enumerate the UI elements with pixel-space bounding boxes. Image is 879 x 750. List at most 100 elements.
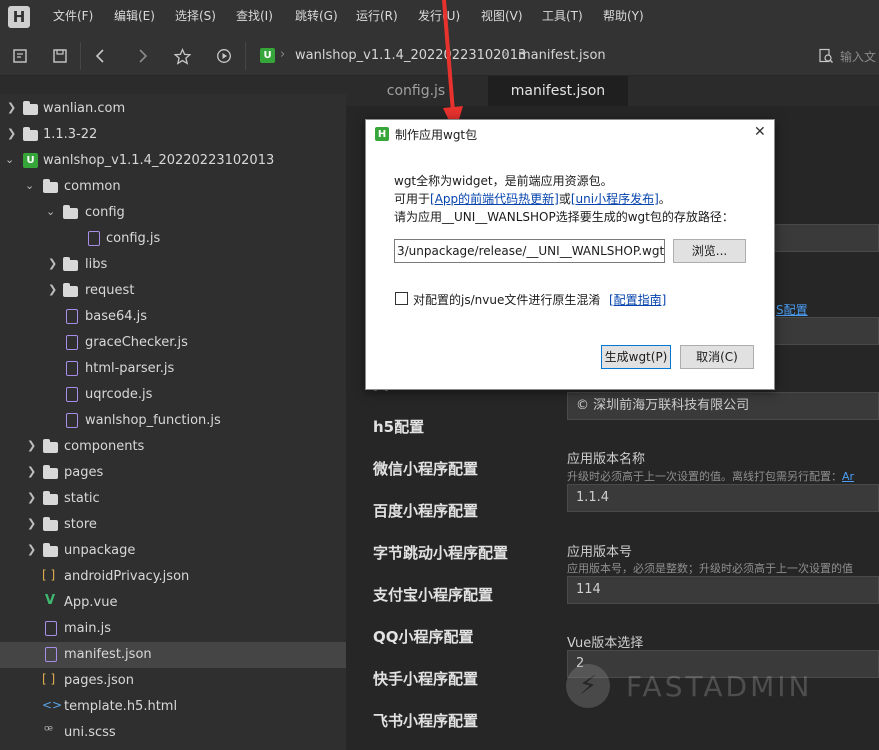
folder-open-icon [63, 205, 78, 219]
tree-item-label: pages [64, 465, 104, 480]
nav-toutiao-config[interactable]: 字节跳动小程序配置 [373, 542, 508, 563]
chevron-right-icon[interactable]: ❯ [7, 101, 19, 114]
tree-item-config-js[interactable]: config.js [0, 226, 346, 252]
form-input[interactable] [770, 317, 879, 345]
tree-item-label: components [64, 439, 145, 454]
mini-program-link[interactable]: [uni小程序发布] [571, 192, 659, 206]
tree-item-android-privacy[interactable]: [ ] androidPrivacy.json [0, 564, 346, 590]
scss-file-icon: ꟹ [44, 723, 54, 739]
tree-item-components[interactable]: ❯ components [0, 434, 346, 460]
vue-file-icon: V [45, 593, 56, 608]
menu-run[interactable]: 运行(R) [356, 0, 398, 33]
search-file-icon[interactable] [816, 46, 836, 66]
save-icon[interactable] [50, 46, 70, 66]
tree-item-pages-json[interactable]: [ ] pages.json [0, 668, 346, 694]
breadcrumb-file[interactable]: manifest.json [518, 48, 606, 63]
ios-config-link[interactable]: S配置 [776, 301, 808, 318]
chevron-right-icon[interactable]: ❯ [27, 465, 39, 478]
tree-item-pages[interactable]: ❯ pages [0, 460, 346, 486]
search-input[interactable]: 输入文 [840, 48, 876, 65]
menu-file[interactable]: 文件(F) [53, 0, 93, 33]
chevron-right-icon[interactable]: ❯ [27, 491, 39, 504]
tree-item-wanlshop-function[interactable]: wanlshop_function.js [0, 408, 346, 434]
tree-item-project[interactable]: ⌄ U wanlshop_v1.1.4_20220223102013 [0, 148, 346, 174]
menu-select[interactable]: 选择(S) [175, 0, 216, 33]
tree-item-app-vue[interactable]: V App.vue [0, 590, 346, 616]
version-code-input[interactable]: 114 [567, 576, 879, 604]
menu-view[interactable]: 视图(V) [481, 0, 523, 33]
tree-item-gracechecker[interactable]: graceChecker.js [0, 330, 346, 356]
tree-item-common[interactable]: ⌄ common [0, 174, 346, 200]
tree-item-uqrcode[interactable]: uqrcode.js [0, 382, 346, 408]
folder-icon [63, 257, 78, 271]
tree-item-label: App.vue [64, 595, 118, 610]
menu-find[interactable]: 查找(I) [236, 0, 273, 33]
make-wgt-dialog: H 制作应用wgt包 ✕ wgt全称为widget，是前端应用资源包。 可用于[… [365, 119, 775, 390]
fastadmin-watermark: ⚡ FASTADMIN [566, 664, 826, 712]
watermark-text: FASTADMIN [626, 670, 813, 703]
js-file-icon [88, 231, 100, 246]
run-icon[interactable] [214, 46, 234, 66]
chevron-right-icon[interactable]: ❯ [27, 543, 39, 556]
tree-item-unpackage[interactable]: ❯ unpackage [0, 538, 346, 564]
tree-item-libs[interactable]: ❯ libs [0, 252, 346, 278]
back-icon[interactable] [91, 46, 111, 66]
menu-help[interactable]: 帮助(Y) [603, 0, 644, 33]
tree-item-request[interactable]: ❯ request [0, 278, 346, 304]
dialog-title: 制作应用wgt包 [395, 128, 478, 142]
cancel-button[interactable]: 取消(C) [680, 345, 754, 369]
nav-h5-config[interactable]: h5配置 [373, 416, 424, 437]
version-name-input[interactable]: 1.1.4 [567, 484, 879, 512]
config-guide-link[interactable]: [配置指南] [609, 291, 666, 308]
tree-item-static[interactable]: ❯ static [0, 486, 346, 512]
tree-item-main-js[interactable]: main.js [0, 616, 346, 642]
tree-item-store[interactable]: ❯ store [0, 512, 346, 538]
js-file-icon [66, 335, 78, 350]
tree-item-config[interactable]: ⌄ config [0, 200, 346, 226]
star-icon[interactable] [172, 46, 192, 66]
menu-edit[interactable]: 编辑(E) [114, 0, 155, 33]
folder-icon [43, 543, 58, 557]
tree-item-label: libs [85, 257, 108, 272]
forward-icon[interactable] [132, 46, 152, 66]
tree-item-label: static [64, 491, 100, 506]
menu-goto[interactable]: 跳转(G) [295, 0, 338, 33]
obfuscate-checkbox[interactable] [395, 292, 408, 305]
menu-tools[interactable]: 工具(T) [542, 0, 583, 33]
nav-kuaishou-config[interactable]: 快手小程序配置 [373, 668, 478, 689]
chevron-right-icon[interactable]: ❯ [27, 439, 39, 452]
tree-item-manifest[interactable]: manifest.json [0, 642, 346, 668]
browse-button[interactable]: 浏览... [673, 239, 746, 263]
chevron-right-icon[interactable]: ❯ [7, 127, 19, 140]
tree-item-htmlparser[interactable]: html-parser.js [0, 356, 346, 382]
hot-update-link[interactable]: [App的前端代码热更新] [430, 192, 559, 206]
tab-manifest-json[interactable]: manifest.json [488, 76, 628, 106]
chevron-down-icon[interactable]: ⌄ [25, 179, 37, 192]
nav-weixin-config[interactable]: 微信小程序配置 [373, 458, 478, 479]
tree-item-template-html[interactable]: <> template.h5.html [0, 694, 346, 720]
chevron-down-icon[interactable]: ⌄ [5, 153, 17, 166]
nav-alipay-config[interactable]: 支付宝小程序配置 [373, 584, 493, 605]
chevron-right-icon[interactable]: ❯ [48, 283, 60, 296]
copyright-input[interactable]: © 深圳前海万联科技有限公司 [567, 392, 879, 420]
breadcrumb-project[interactable]: wanlshop_v1.1.4_20220223102013 [295, 48, 526, 63]
tree-item-113[interactable]: ❯ 1.1.3-22 [0, 122, 346, 148]
json-file-icon: [ ] [42, 568, 56, 582]
tree-item-uni-scss[interactable]: ꟹ uni.scss [0, 720, 346, 746]
nav-baidu-config[interactable]: 百度小程序配置 [373, 500, 478, 521]
new-file-icon[interactable] [10, 46, 30, 66]
close-icon[interactable]: ✕ [754, 124, 766, 140]
chevron-right-icon[interactable]: ❯ [27, 517, 39, 530]
nav-qq-config[interactable]: QQ小程序配置 [373, 626, 474, 647]
nav-feishu-config[interactable]: 飞书小程序配置 [373, 710, 478, 731]
breadcrumb-chevron-icon: › [503, 47, 509, 62]
wgt-path-input[interactable]: 3/unpackage/release/__UNI__WANLSHOP.wgt [394, 239, 665, 263]
generate-wgt-button[interactable]: 生成wgt(P) [601, 345, 671, 369]
chevron-right-icon[interactable]: ❯ [48, 257, 60, 270]
dialog-description: wgt全称为widget，是前端应用资源包。 [394, 174, 613, 188]
version-name-label: 应用版本名称 [567, 452, 646, 467]
chevron-down-icon[interactable]: ⌄ [46, 205, 58, 218]
tree-item-wanlian[interactable]: ❯ wanlian.com [0, 96, 346, 122]
tree-item-base64[interactable]: base64.js [0, 304, 346, 330]
android-config-link[interactable]: Ar [842, 470, 854, 483]
